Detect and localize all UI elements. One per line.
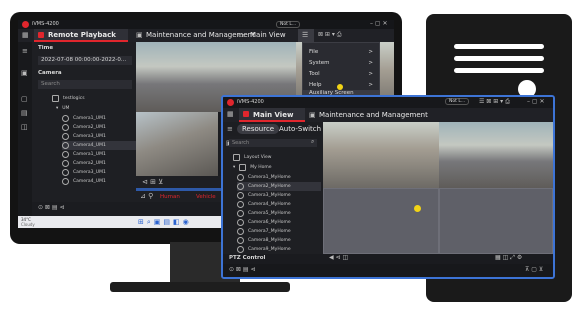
weather-desc: Cloudy [21, 222, 35, 227]
menu-button[interactable]: ☰ [298, 29, 314, 42]
grid-icon[interactable]: ▦ [227, 111, 234, 118]
playback-icon[interactable]: ▣ [21, 70, 28, 77]
list-icon[interactable]: ≡ [227, 126, 233, 133]
menu-item-system[interactable]: System > [303, 57, 379, 68]
ptz-controls-icon[interactable]: ◀ ⊲ ◫ [329, 255, 348, 261]
front-resource-panel: ▣ Search ⌕ Layout View ▾My Home Camera1_… [223, 136, 323, 260]
event-icon[interactable]: ◫ [21, 124, 28, 131]
camera-item[interactable]: Camera1_UM1 [62, 114, 136, 123]
camera-item[interactable]: Camera5_MyHome [237, 209, 321, 218]
back-tabbar: ▦ Remote Playback ▣ Maintenance and Mana… [18, 29, 394, 42]
tab-maintenance[interactable]: ▣ Maintenance and Management [136, 29, 255, 42]
front-empty-tile-4[interactable] [439, 188, 553, 254]
camera-item[interactable]: Camera2_MyHome [237, 182, 321, 191]
front-empty-tile-3[interactable] [323, 188, 439, 254]
main-menu-dropdown: File > System > Tool > Help > Auxiliary Scre… [302, 42, 380, 102]
filter-vehicle[interactable]: Vehicle [196, 194, 216, 200]
camera-item[interactable]: Camera3_UM1 [62, 132, 136, 141]
user-status[interactable]: Not L... [276, 21, 301, 28]
camera-item[interactable]: Camera8_MyHome [237, 236, 321, 245]
menu-item-tool[interactable]: Tool > [303, 68, 379, 79]
left-rail: ≡ ▣ ▢ ▤ ◫ [18, 42, 32, 222]
front-video-tile-1[interactable] [323, 122, 439, 188]
cursor-icon [337, 84, 343, 90]
subtab-auto-switch[interactable]: Auto-Switch [279, 125, 321, 133]
tree-group[interactable]: ▾ My Home [233, 163, 272, 172]
camera-title: Camera [38, 70, 62, 76]
camera-item[interactable]: Camera2_UM1 [62, 159, 136, 168]
maintenance-icon: ▣ [309, 111, 316, 119]
camera-item[interactable]: Camera4_UM1 [62, 141, 136, 150]
camera-item[interactable]: Camera9_MyHome [237, 245, 321, 254]
hamburger-icon: ☰ [302, 31, 309, 39]
tree-root[interactable]: testlogics [52, 94, 85, 103]
monitor-base [110, 282, 290, 292]
tower-slot [454, 68, 544, 73]
camera-item[interactable]: Camera1_UM1 [62, 150, 136, 159]
app-name: iVMS-4200 [32, 21, 59, 27]
front-video-tile-2[interactable] [439, 122, 553, 188]
tab-remote-playback[interactable]: Remote Playback [34, 29, 128, 42]
back-video-tile-3[interactable] [136, 112, 218, 176]
app-logo-icon [22, 21, 29, 28]
search-icon[interactable]: ⌕ [311, 139, 314, 145]
camera-item[interactable]: Camera1_MyHome [237, 173, 321, 182]
camera-item[interactable]: Camera4_MyHome [237, 200, 321, 209]
camera-item[interactable]: Camera3_MyHome [237, 191, 321, 200]
list-icon[interactable]: ≡ [22, 48, 28, 55]
tower-slot [454, 56, 544, 61]
ptz-bar: PTZ Control ◀ ⊲ ◫ ▦ ◫ ⤢ ⚙ [223, 254, 553, 264]
filter-icon[interactable]: ⊿ ⚲ [140, 193, 153, 200]
view-controls-icon[interactable]: ▦ ◫ ⤢ ⚙ [495, 255, 522, 261]
menu-item-file[interactable]: File > [303, 46, 379, 57]
toolbar-icons[interactable]: ⊠ ⊞ ▾ ⎙ [318, 32, 342, 38]
search-input[interactable]: Search [38, 80, 132, 89]
search-input[interactable]: Search [229, 139, 317, 147]
user-status[interactable]: Not L... [445, 98, 470, 105]
camera-icon: ▭ [238, 31, 245, 39]
time-range-field[interactable]: 2022-07-08 00:00:00-2022-0... [38, 56, 132, 65]
toolbar-icons[interactable]: ☰ ⊠ ⊞ ▾ ⎙ [479, 99, 510, 105]
window-controls-icon[interactable]: – ▢ ✕ [527, 99, 545, 105]
bottom-tool-icons[interactable]: ⊙ ⊠ ▤ ⊲ [229, 267, 255, 273]
front-statusbar: ⊙ ⊠ ▤ ⊲ ⊼ ▢ ⊻ [223, 264, 553, 277]
pin-icon[interactable]: ⊼ ▢ ⊻ [525, 267, 543, 273]
tab-maintenance[interactable]: ▣ Maintenance and Management [309, 108, 428, 122]
camera-list: Camera1_MyHome Camera2_MyHome Camera3_My… [237, 173, 321, 254]
camera-item[interactable]: Camera2_UM1 [62, 123, 136, 132]
storage-icon[interactable]: ▤ [21, 110, 28, 117]
ptz-label: PTZ Control [229, 255, 266, 261]
grid-icon[interactable]: ▦ [22, 32, 29, 39]
playback-controls-icon[interactable]: ⊲ ⊞ ⊻ [142, 179, 163, 186]
back-titlebar: iVMS-4200 Not L... – ▢ ✕ [18, 20, 394, 29]
camera-item[interactable]: Camera7_MyHome [237, 227, 321, 236]
app-name: iVMS-4200 [237, 99, 264, 105]
front-tabbar: ▦ Main View ▣ Maintenance and Management [223, 108, 553, 122]
back-left-panel: Time 2022-07-08 00:00:00-2022-0... Camer… [32, 42, 140, 202]
tree-group[interactable]: ▾ UM [56, 104, 69, 113]
camera-item[interactable]: Camera4_UM1 [62, 177, 136, 186]
front-titlebar: iVMS-4200 Not L... ☰ ⊠ ⊞ ▾ ⎙ – ▢ ✕ [223, 97, 553, 108]
resource-subtabs: ≡ Resource Auto-Switch [223, 122, 323, 136]
taskbar-app-icons[interactable]: ⊞⌕▣▤◧◉ [138, 218, 192, 227]
camera-item[interactable]: Camera6_MyHome [237, 218, 321, 227]
camera-item[interactable]: Camera3_UM1 [62, 168, 136, 177]
maintenance-icon: ▣ [136, 31, 143, 39]
tab-main-view[interactable]: Main View [239, 108, 305, 122]
device-icon[interactable]: ▢ [21, 96, 28, 103]
front-window: iVMS-4200 Not L... ☰ ⊠ ⊞ ▾ ⎙ – ▢ ✕ ▦ Mai… [221, 95, 555, 279]
camera-list: Camera1_UM1 Camera2_UM1 Camera3_UM1 Came… [62, 114, 136, 186]
filter-human[interactable]: Human [160, 194, 180, 200]
window-controls-icon[interactable]: – ▢ ✕ [370, 21, 388, 27]
subtab-resource[interactable]: Resource [237, 124, 280, 134]
app-logo-icon [227, 99, 234, 106]
bottom-tool-icons[interactable]: ⊙ ⊠ ▤ ⊲ [38, 205, 64, 211]
tower-slot [454, 44, 544, 49]
time-title: Time [38, 45, 54, 51]
tab-main-view[interactable]: ▭ Main View [238, 29, 298, 42]
tree-root[interactable]: Layout View [233, 153, 271, 162]
cursor-icon [414, 205, 421, 212]
